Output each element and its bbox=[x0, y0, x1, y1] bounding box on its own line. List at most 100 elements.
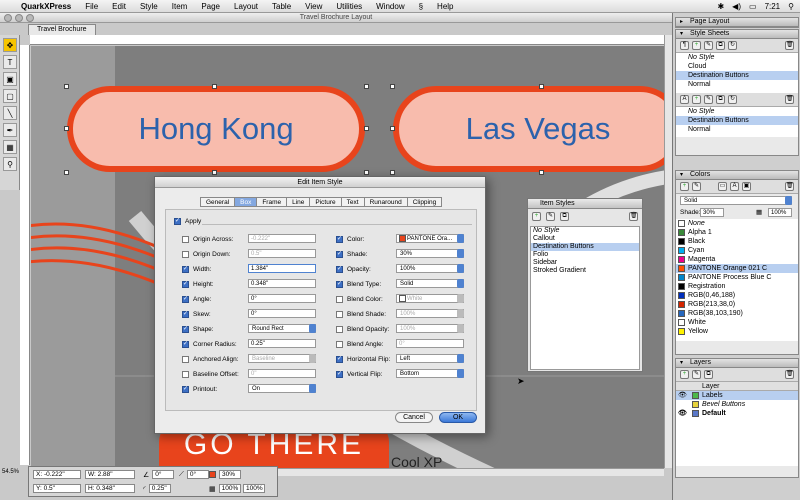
menu-style[interactable]: Style bbox=[133, 2, 165, 11]
blend-type-select[interactable]: Solid bbox=[396, 279, 464, 288]
origin-across-checkbox[interactable] bbox=[182, 236, 189, 243]
opacity-field[interactable]: 100% bbox=[768, 208, 792, 217]
selection-handle[interactable] bbox=[364, 126, 369, 131]
shade-checkbox[interactable]: ✓ bbox=[336, 251, 343, 258]
delete-style-sheet-icon[interactable]: 🗑 bbox=[785, 41, 794, 50]
menu-layout[interactable]: Layout bbox=[227, 2, 265, 11]
opacity-checkbox[interactable]: ✓ bbox=[336, 266, 343, 273]
blend-angle-field[interactable]: 0° bbox=[396, 339, 464, 348]
script-icon[interactable]: § bbox=[412, 2, 430, 11]
menu-utilities[interactable]: Utilities bbox=[329, 2, 369, 11]
menu-table[interactable]: Table bbox=[265, 2, 298, 11]
opacity-select[interactable]: 100% bbox=[396, 264, 464, 273]
menu-help[interactable]: Help bbox=[430, 2, 460, 11]
collapse-triangle-icon[interactable]: ▸ bbox=[680, 18, 683, 26]
origin-down-field[interactable]: 0.5" bbox=[248, 249, 316, 258]
zoom-window-button[interactable] bbox=[26, 14, 34, 22]
text-content-tool-icon[interactable]: T bbox=[3, 55, 17, 69]
blend-shade-checkbox[interactable] bbox=[336, 311, 343, 318]
layer-row[interactable]: 👁 Labels bbox=[676, 391, 798, 400]
color-checkbox[interactable]: ✓ bbox=[336, 236, 343, 243]
style-sheets-header[interactable]: ▾ Style Sheets bbox=[676, 30, 798, 39]
destination-button-las-vegas[interactable]: Las Vegas bbox=[393, 86, 664, 172]
layers-header[interactable]: ▾ Layers bbox=[676, 359, 798, 368]
list-item[interactable]: Normal bbox=[676, 80, 798, 89]
blend-color-checkbox[interactable] bbox=[336, 296, 343, 303]
table-tool-icon[interactable]: ▦ bbox=[3, 140, 17, 154]
duplicate-char-style-icon[interactable]: ⧉ bbox=[716, 95, 725, 104]
angle-field[interactable]: 0° bbox=[248, 294, 316, 303]
angle-checkbox[interactable]: ✓ bbox=[182, 296, 189, 303]
printout-select[interactable]: On bbox=[248, 384, 316, 393]
origin-across-field[interactable]: -0.222" bbox=[248, 234, 316, 243]
height-field[interactable]: 0.348" bbox=[248, 279, 316, 288]
tab-frame[interactable]: Frame bbox=[256, 197, 288, 207]
width-field[interactable]: 1.384" bbox=[248, 264, 316, 273]
tab-line[interactable]: Line bbox=[286, 197, 311, 207]
blend-shade-select[interactable]: 100% bbox=[396, 309, 464, 318]
shape-select[interactable]: Round Rect bbox=[248, 324, 316, 333]
menu-page[interactable]: Page bbox=[194, 2, 227, 11]
color-item[interactable]: Magenta bbox=[676, 255, 798, 264]
app-menu[interactable]: QuarkXPress bbox=[14, 2, 78, 11]
item-tool-icon[interactable]: ✥ bbox=[3, 38, 17, 52]
vertical-flip-select[interactable]: Bottom bbox=[396, 369, 464, 378]
anchored-align-select[interactable]: Baseline bbox=[248, 354, 316, 363]
list-item[interactable]: Stroked Gradient bbox=[531, 267, 639, 275]
w-field[interactable]: W: 2.88" bbox=[85, 470, 135, 479]
edit-style-icon[interactable]: ✎ bbox=[546, 212, 555, 221]
duplicate-style-icon[interactable]: ⧉ bbox=[560, 212, 569, 221]
skew-field[interactable]: 0° bbox=[248, 309, 316, 318]
tab-box[interactable]: Box bbox=[234, 197, 258, 207]
update-style-sheet-icon[interactable]: ↻ bbox=[728, 41, 737, 50]
list-item[interactable]: No Style bbox=[676, 53, 798, 62]
selection-handle[interactable] bbox=[64, 170, 69, 175]
height-checkbox[interactable]: ✓ bbox=[182, 281, 189, 288]
tab-general[interactable]: General bbox=[200, 197, 236, 207]
menu-item[interactable]: Item bbox=[165, 2, 195, 11]
selection-handle[interactable] bbox=[539, 170, 544, 175]
color-item[interactable]: RGB(0,46,188) bbox=[676, 291, 798, 300]
blend-mode-select[interactable]: Solid bbox=[680, 196, 792, 205]
color-item[interactable]: Registration bbox=[676, 282, 798, 291]
h-field[interactable]: H: 0.348" bbox=[85, 484, 135, 493]
list-item[interactable]: No Style bbox=[676, 107, 798, 116]
edit-color-icon[interactable]: ✎ bbox=[692, 182, 701, 191]
background-color-icon[interactable]: ▣ bbox=[742, 182, 751, 191]
frame-color-icon[interactable]: ▭ bbox=[718, 182, 727, 191]
minimize-window-button[interactable] bbox=[15, 14, 23, 22]
close-window-button[interactable] bbox=[4, 14, 12, 22]
tab-clipping[interactable]: Clipping bbox=[406, 197, 443, 207]
spotlight-icon[interactable]: ⚲ bbox=[788, 2, 794, 11]
delete-layer-icon[interactable]: 🗑 bbox=[785, 370, 794, 379]
edit-style-sheet-icon[interactable]: ✎ bbox=[704, 41, 713, 50]
selection-handle[interactable] bbox=[364, 170, 369, 175]
apply-checkbox[interactable]: ✓ bbox=[174, 218, 181, 225]
selection-handle[interactable] bbox=[212, 170, 217, 175]
baseline-offset-field[interactable]: 0" bbox=[248, 369, 316, 378]
expand-triangle-icon[interactable]: ▾ bbox=[680, 30, 683, 38]
line-tool-icon[interactable]: ╲ bbox=[3, 106, 17, 120]
color-select[interactable]: PANTONE Ora... bbox=[396, 234, 464, 243]
colors-header[interactable]: ▾ Colors bbox=[676, 171, 798, 180]
x-field[interactable]: X: -0.222" bbox=[33, 470, 81, 479]
zoom-level[interactable]: 54.5% bbox=[2, 469, 19, 475]
destination-button-hong-kong[interactable]: Hong Kong bbox=[67, 86, 365, 172]
blend-color-select[interactable]: White bbox=[396, 294, 464, 303]
blend-type-checkbox[interactable]: ✓ bbox=[336, 281, 343, 288]
delete-style-icon[interactable]: 🗑 bbox=[629, 212, 638, 221]
clock[interactable]: 7:21 bbox=[765, 2, 781, 11]
volume-icon[interactable]: ◀) bbox=[732, 2, 741, 11]
menu-file[interactable]: File bbox=[78, 2, 105, 11]
list-item[interactable]: Destination Buttons bbox=[531, 243, 639, 251]
color-item[interactable]: Alpha 1 bbox=[676, 228, 798, 237]
blend-opacity-select[interactable]: 100% bbox=[396, 324, 464, 333]
origin-down-checkbox[interactable] bbox=[182, 251, 189, 258]
selection-handle[interactable] bbox=[364, 84, 369, 89]
new-layer-icon[interactable]: + bbox=[680, 370, 689, 379]
color-item[interactable]: RGB(213,38,0) bbox=[676, 300, 798, 309]
bluetooth-icon[interactable]: ✱ bbox=[717, 2, 724, 11]
color-item[interactable]: None bbox=[676, 219, 798, 228]
horizontal-flip-checkbox[interactable]: ✓ bbox=[336, 356, 343, 363]
merge-layers-icon[interactable]: ⧉ bbox=[704, 370, 713, 379]
